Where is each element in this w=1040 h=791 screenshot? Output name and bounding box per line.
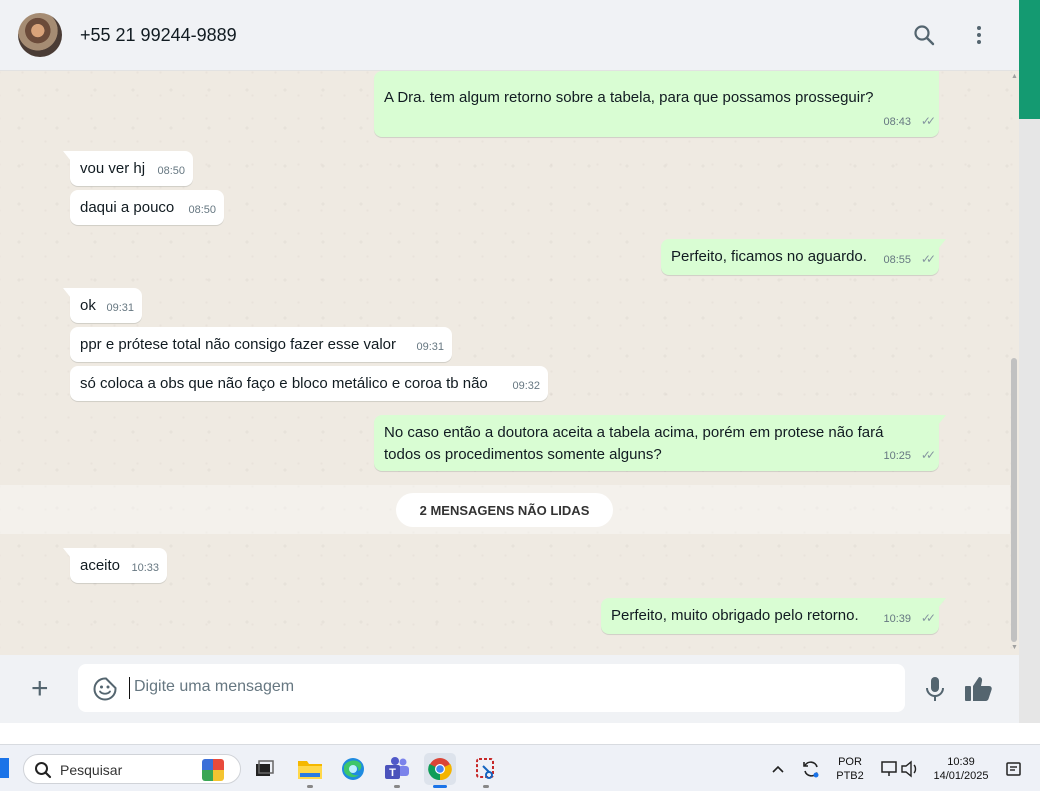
thumbs-up-icon[interactable] xyxy=(964,675,994,708)
message-text: vou ver hj xyxy=(80,160,146,177)
taskbar-search-placeholder: Pesquisar xyxy=(60,762,123,778)
file-explorer-icon[interactable] xyxy=(294,753,326,788)
message-text: daqui a pouco xyxy=(80,199,175,216)
message-text: A Dra. tem algum retorno sobre a tabela,… xyxy=(384,89,874,106)
background-app-edge xyxy=(1019,0,1040,119)
sticker-emoji-icon[interactable] xyxy=(92,676,118,707)
message-time: 08:50 xyxy=(188,204,216,216)
message-time: 10:25 xyxy=(883,450,911,462)
message-text: Perfeito, muito obrigado pelo retorno. xyxy=(611,607,859,624)
message-text: só coloca a obs que não faço e bloco met… xyxy=(80,375,488,392)
menu-dots-icon[interactable] xyxy=(966,22,992,48)
teams-icon[interactable]: T xyxy=(381,753,413,788)
message-text: ppr e prótese total não consigo fazer es… xyxy=(80,336,397,353)
read-receipt-icon: ✓✓ xyxy=(920,448,936,462)
chat-header: +55 21 99244-9889 xyxy=(0,0,1019,71)
language-code: POR xyxy=(838,756,862,768)
search-icon xyxy=(34,761,52,784)
message-outgoing[interactable]: Perfeito, ficamos no aguardo. 08:55 ✓✓ xyxy=(661,239,946,275)
message-time: 08:50 xyxy=(157,165,185,177)
composer-bar: + Digite uma mensagem xyxy=(0,655,1019,723)
keyboard-layout-code: PTB2 xyxy=(836,770,864,782)
unread-messages-banner: 2 MENSAGENS NÃO LIDAS xyxy=(396,493,613,527)
message-time: 08:43 xyxy=(883,116,911,128)
message-time: 09:32 xyxy=(512,380,540,392)
taskbar-search[interactable]: Pesquisar xyxy=(23,754,241,784)
message-incoming[interactable]: aceito 10:33 xyxy=(63,548,167,583)
read-receipt-icon: ✓✓ xyxy=(920,114,936,128)
message-incoming[interactable]: ok 09:31 xyxy=(63,288,142,323)
clock-time: 10:39 xyxy=(947,756,975,768)
message-incoming[interactable]: daqui a pouco 08:50 xyxy=(70,190,224,225)
microphone-icon[interactable] xyxy=(925,676,945,707)
whatsapp-window: +55 21 99244-9889 A Dra. tem algum retor… xyxy=(0,0,1019,723)
sync-icon[interactable] xyxy=(795,753,827,785)
message-time: 10:33 xyxy=(131,562,159,574)
message-time: 08:55 xyxy=(883,254,911,266)
rubiks-cube-icon xyxy=(202,759,224,781)
message-text: aceito xyxy=(80,557,121,574)
taskbar: Pesquisar T POR PTB2 10:39 14/01/2025 xyxy=(0,744,1040,791)
message-outgoing[interactable]: No caso então a doutora aceita a tabela … xyxy=(374,415,946,471)
message-time: 09:31 xyxy=(416,341,444,353)
chrome-browser-icon[interactable] xyxy=(424,753,456,788)
message-text: ok xyxy=(80,297,96,314)
chevron-up-icon[interactable] xyxy=(762,753,794,785)
volume-icon[interactable] xyxy=(894,753,926,785)
windows-start-icon[interactable] xyxy=(0,758,9,778)
scroll-up-arrow[interactable]: ▲ xyxy=(1011,73,1018,80)
message-text: No caso então a doutora aceita a tabela … xyxy=(384,424,884,463)
message-text: Perfeito, ficamos no aguardo. xyxy=(671,248,867,265)
message-time: 09:31 xyxy=(106,302,134,314)
message-incoming[interactable]: só coloca a obs que não faço e bloco met… xyxy=(70,366,548,401)
system-clock[interactable]: 10:39 14/01/2025 xyxy=(930,755,992,783)
svg-text:T: T xyxy=(389,767,396,779)
read-receipt-icon: ✓✓ xyxy=(920,611,936,625)
search-icon[interactable] xyxy=(911,22,937,48)
scroll-down-arrow[interactable]: ▼ xyxy=(1011,644,1018,651)
contact-name[interactable]: +55 21 99244-9889 xyxy=(80,25,237,46)
message-time: 10:39 xyxy=(883,613,911,625)
clock-date: 14/01/2025 xyxy=(933,770,989,782)
message-input[interactable]: Digite uma mensagem xyxy=(78,664,905,712)
edge-browser-icon[interactable] xyxy=(337,753,369,785)
snipping-tool-icon[interactable] xyxy=(470,753,502,788)
read-receipt-icon: ✓✓ xyxy=(920,252,936,266)
task-view-icon[interactable] xyxy=(248,753,280,785)
input-language-indicator[interactable]: POR PTB2 xyxy=(832,755,868,783)
scrollbar-thumb[interactable] xyxy=(1011,358,1017,642)
message-outgoing[interactable]: A Dra. tem algum retorno sobre a tabela,… xyxy=(374,71,939,137)
attach-plus-icon[interactable]: + xyxy=(31,674,49,704)
message-outgoing[interactable]: Perfeito, muito obrigado pelo retorno. 1… xyxy=(601,598,946,634)
contact-avatar[interactable] xyxy=(18,13,62,57)
message-incoming[interactable]: ppr e prótese total não consigo fazer es… xyxy=(70,327,452,362)
notification-icon[interactable] xyxy=(998,753,1030,785)
message-placeholder: Digite uma mensagem xyxy=(134,678,295,695)
text-caret xyxy=(129,677,130,699)
message-incoming[interactable]: vou ver hj 08:50 xyxy=(63,151,193,186)
